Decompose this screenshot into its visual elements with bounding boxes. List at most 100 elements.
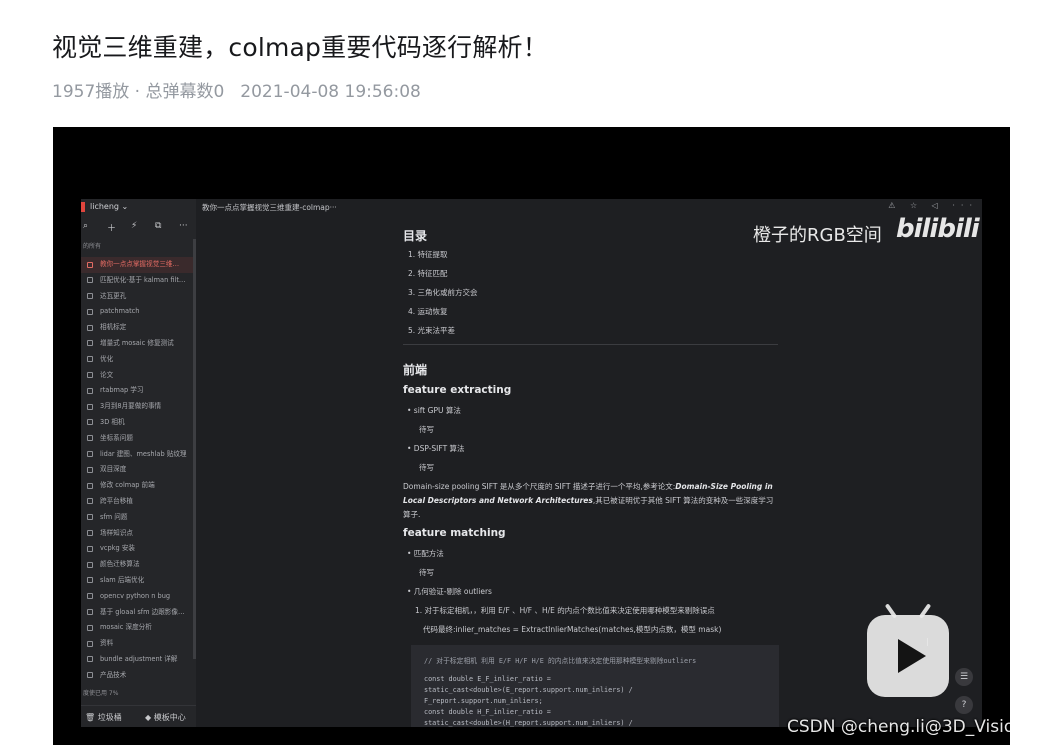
sidebar-note-label: 坐标系问题 — [100, 433, 133, 442]
sidebar-note-item[interactable]: 教你一点点掌握视觉三维… — [81, 257, 193, 273]
sidebar-note-item[interactable]: 场样知识点 — [81, 526, 193, 542]
code-line: static_cast<double>(E_report.support.num… — [424, 686, 633, 694]
paragraph: Domain-size pooling SIFT 是从多个尺度的 SIFT 描述… — [403, 482, 774, 519]
app-sidebar: licheng ⌄ ⌕ ＋ ⚡ ⧉ ··· 的所有 教你一点点掌握视觉三维… 匹配… — [81, 199, 196, 727]
play-count: 1957播放 · 总弹幕数0 — [52, 82, 225, 102]
note-icon — [87, 482, 93, 489]
sidebar-note-item[interactable]: 达瓦更孔 — [81, 289, 193, 305]
note-icon — [87, 277, 93, 284]
more-icon[interactable]: ··· — [179, 221, 188, 231]
bolt-icon[interactable]: ⚡ — [131, 221, 137, 231]
sidebar-note-item[interactable]: 优化 — [81, 352, 193, 368]
code-block[interactable]: // 对于标定相机 利用 E/F H/F H/E 的内点比值来决定使用那种模型来… — [411, 645, 779, 727]
toc-item[interactable]: 2. 特征匹配 — [408, 268, 448, 279]
toc-item[interactable]: 5. 光束法平差 — [408, 325, 455, 336]
bilibili-logo: bilibili — [896, 214, 980, 244]
sidebar-scrollbar[interactable] — [193, 239, 196, 659]
user-menu[interactable]: licheng ⌄ — [90, 202, 128, 211]
help-button[interactable]: ? — [955, 696, 973, 714]
sidebar-note-item[interactable]: sfm 问题 — [81, 510, 193, 526]
sidebar-note-item[interactable]: 跨平台移植 — [81, 494, 193, 510]
sidebar-note-label: vcpkg 安装 — [100, 544, 136, 553]
sidebar-note-label: sfm 问题 — [100, 512, 128, 521]
video-frame[interactable]: licheng ⌄ ⌕ ＋ ⚡ ⧉ ··· 的所有 教你一点点掌握视觉三维… 匹配… — [81, 199, 982, 727]
play-icon — [898, 639, 926, 673]
sidebar-note-label: 跨平台移植 — [100, 496, 133, 505]
search-icon[interactable]: ⌕ — [83, 221, 88, 231]
danmaku-button[interactable]: ☰ — [955, 668, 973, 686]
code-line: const double H_F_inlier_ratio = — [424, 708, 551, 716]
note-icon — [87, 561, 93, 568]
bullet-item: • 匹配方法 — [407, 549, 444, 558]
note-icon — [87, 498, 93, 505]
subsection-heading: feature extracting — [403, 384, 512, 396]
sidebar-note-label: 产品技术 — [100, 670, 127, 679]
code-line: F_report.support.num_inliers; — [424, 697, 543, 705]
toc-item[interactable]: 3. 三角化或前方交会 — [408, 287, 478, 298]
sidebar-note-item[interactable]: 匹配优化-基于 kalman filt… — [81, 273, 193, 289]
publish-date: 2021-04-08 19:56:08 — [240, 82, 421, 102]
todo-text: 待写 — [419, 568, 434, 577]
sidebar-note-label: 增量式 mosaic 修复测试 — [100, 338, 174, 347]
divider — [403, 344, 778, 345]
sidebar-note-item[interactable]: 修改 colmap 前端 — [81, 478, 193, 494]
sidebar-note-label: 资料 — [100, 639, 114, 648]
sidebar-note-item[interactable]: 颜色迁移算法 — [81, 557, 193, 573]
breadcrumb[interactable]: 教你一点点掌握视觉三维重建-colmap··· — [202, 202, 337, 213]
notes-list: 教你一点点掌握视觉三维… 匹配优化-基于 kalman filt… 达瓦更孔 patc… — [81, 257, 193, 684]
note-icon — [87, 308, 93, 315]
sidebar-note-item[interactable]: 双目深度 — [81, 462, 193, 478]
play-button[interactable] — [867, 603, 949, 697]
video-player[interactable]: licheng ⌄ ⌕ ＋ ⚡ ⧉ ··· 的所有 教你一点点掌握视觉三维… 匹配… — [53, 127, 1010, 745]
sidebar-note-item[interactable]: lidar 建图、meshlab 贴纹理 — [81, 447, 193, 463]
sidebar-note-item[interactable]: 论文 — [81, 368, 193, 384]
sidebar-note-item[interactable]: mosaic 深度分析 — [81, 620, 193, 636]
sidebar-note-label: 双目深度 — [100, 465, 127, 474]
sidebar-note-item[interactable]: opencv python n bug — [81, 589, 193, 605]
section-heading: 前端 — [403, 363, 428, 377]
sidebar-note-item[interactable]: slam 后端优化 — [81, 573, 193, 589]
sidebar-note-label: opencv python n bug — [100, 591, 171, 600]
note-icon — [87, 403, 93, 410]
sidebar-note-item[interactable]: 3D 相机 — [81, 415, 193, 431]
sidebar-note-item[interactable]: bundle adjustment 详解 — [81, 652, 193, 668]
sidebar-note-item[interactable]: rtabmap 学习 — [81, 383, 193, 399]
csdn-watermark: CSDN @cheng.li@3D_Vision — [786, 717, 1010, 737]
bullet-item: • sift GPU 算法 — [407, 406, 461, 415]
sidebar-note-item[interactable]: 基于 gloaal sfm 边跟影像… — [81, 605, 193, 621]
sidebar-note-item[interactable]: 增量式 mosaic 修复测试 — [81, 336, 193, 352]
sidebar-note-item[interactable]: 产品技术 — [81, 668, 193, 684]
note-icon — [87, 293, 93, 300]
note-icon — [87, 514, 93, 521]
window-icon[interactable]: ⧉ — [155, 221, 161, 231]
sidebar-note-label: 基于 gloaal sfm 边跟影像… — [100, 607, 185, 616]
sidebar-note-item[interactable]: 资料 — [81, 636, 193, 652]
sidebar-note-item[interactable]: 相机标定 — [81, 320, 193, 336]
template-center-button[interactable]: ◆ 模板中心 — [145, 712, 186, 723]
sidebar-note-label: 教你一点点掌握视觉三维… — [100, 260, 180, 268]
trash-button[interactable]: 🗑 垃圾桶 — [85, 712, 122, 723]
add-icon[interactable]: ＋ — [107, 221, 116, 234]
toc-item[interactable]: 1. 特征提取 — [408, 249, 448, 260]
subsection-heading: feature matching — [403, 527, 506, 539]
sidebar-note-item[interactable]: vcpkg 安装 — [81, 541, 193, 557]
note-icon — [87, 466, 93, 473]
note-icon — [87, 435, 93, 442]
code-summary: 代码最终:inlier_matches = ExtractInlierMatch… — [423, 625, 722, 634]
note-icon — [87, 419, 93, 426]
note-icon — [87, 672, 93, 679]
code-line: // 对于标定相机 利用 E/F H/F H/E 的内点比值来决定使用那种模型来… — [424, 657, 697, 665]
note-icon — [87, 545, 93, 552]
sidebar-note-label: 相机标定 — [100, 323, 127, 332]
toc-item[interactable]: 4. 运动恢复 — [408, 306, 448, 317]
sidebar-note-item[interactable]: 3月到8月要做的事情 — [81, 399, 193, 415]
sidebar-note-item[interactable]: patchmatch — [81, 304, 193, 320]
todo-text: 待写 — [419, 463, 434, 472]
note-icon — [87, 451, 93, 458]
sidebar-note-label: slam 后端优化 — [100, 575, 145, 584]
storage-usage: 度使已用 7% — [83, 690, 119, 697]
note-icon — [87, 656, 93, 663]
toc-title: 目录 — [403, 229, 428, 243]
sidebar-note-item[interactable]: 坐标系问题 — [81, 431, 193, 447]
top-right-icons[interactable]: ⚠ ☆ ◁ ··· — [888, 201, 978, 210]
